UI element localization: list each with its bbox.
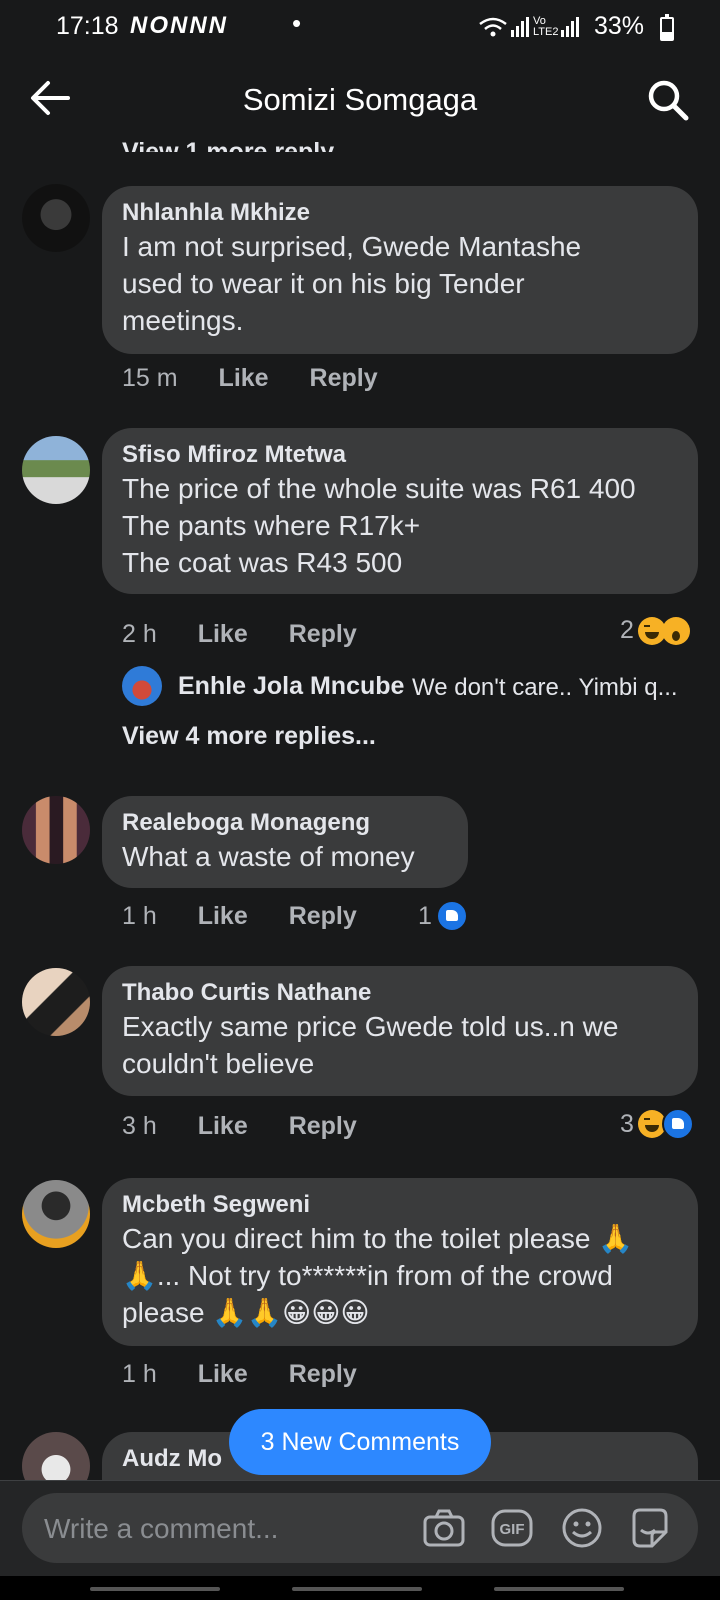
gif-icon[interactable]: GIF	[490, 1506, 534, 1550]
sticker-icon[interactable]	[628, 1506, 672, 1550]
svg-text:GIF: GIF	[500, 1521, 525, 1538]
comment-bubble[interactable]: Sfiso Mfiroz Mtetwa The price of the who…	[102, 428, 698, 594]
notification-icons: NONNN	[130, 12, 228, 39]
view-more-replies-link[interactable]: View 1 more reply...	[122, 124, 353, 152]
status-dot: •	[292, 8, 302, 38]
reply-button[interactable]: Reply	[289, 1360, 357, 1389]
like-button[interactable]: Like	[198, 1112, 248, 1141]
reply-button[interactable]: Reply	[289, 1112, 357, 1141]
wifi-icon	[479, 17, 507, 37]
comment-age: 2 h	[122, 620, 157, 648]
comment-actions: 2 h Like Reply	[122, 620, 391, 649]
comment-age: 1 h	[122, 902, 157, 930]
emoji-icon[interactable]	[560, 1506, 604, 1550]
nav-back-indicator[interactable]	[494, 1587, 624, 1591]
comment-author[interactable]: Mcbeth Segweni	[122, 1190, 678, 1220]
comment-text: I am not surprised, Gwede Mantashe used …	[122, 231, 582, 336]
avatar[interactable]	[22, 796, 90, 864]
status-bar: 17:18 NONNN • Vo LTE2 33%	[0, 0, 720, 52]
comment-author[interactable]: Thabo Curtis Nathane	[122, 978, 678, 1008]
signal-icon	[511, 17, 529, 37]
comment-input-placeholder: Write a comment...	[44, 1513, 279, 1544]
comment-bubble[interactable]: Nhlanhla Mkhize I am not surprised, Gwed…	[102, 186, 698, 354]
like-button[interactable]: Like	[198, 902, 248, 931]
comment-bubble[interactable]: Mcbeth Segweni Can you direct him to the…	[102, 1178, 698, 1346]
comment-age: 15 m	[122, 364, 178, 392]
reaction-count: 3	[620, 1109, 634, 1138]
page-title: Somizi Somgaga	[242, 82, 478, 117]
comment-text: What a waste of money	[122, 841, 415, 872]
reply-text: We don't care.. Yimbi q...	[412, 674, 678, 701]
reply-button[interactable]: Reply	[310, 364, 378, 393]
reaction-count: 2	[620, 616, 634, 644]
like-reaction-icon	[661, 1108, 694, 1140]
signal-icon-2	[561, 17, 579, 37]
comment-composer: Write a comment... GIF	[0, 1480, 720, 1577]
avatar[interactable]	[22, 968, 90, 1036]
view-more-replies-link[interactable]: View 4 more replies...	[122, 722, 376, 751]
comment-text: The price of the whole suite was R61 400…	[122, 473, 636, 578]
network-label: Vo LTE2	[533, 15, 559, 38]
like-button[interactable]: Like	[198, 1360, 248, 1389]
like-reaction-icon	[435, 900, 468, 932]
comment-author[interactable]: Realeboga Monageng	[122, 808, 448, 838]
avatar[interactable]	[22, 1432, 90, 1480]
app-bar: Somizi Somgaga	[0, 60, 720, 136]
reply-author[interactable]: Enhle Jola Mncube	[178, 672, 404, 701]
reaction-count: 1	[418, 901, 432, 930]
reaction-summary[interactable]: 3	[620, 1108, 694, 1140]
comment-input[interactable]: Write a comment... GIF	[22, 1493, 698, 1563]
comment-actions: 1 h Like Reply	[122, 902, 391, 931]
comment-actions: 3 h Like Reply	[122, 1112, 391, 1141]
comment-text: Exactly same price Gwede told us..n we c…	[122, 1011, 619, 1079]
comment-bubble[interactable]: Realeboga Monageng What a waste of money	[102, 796, 468, 888]
reaction-summary[interactable]: 1	[418, 900, 468, 932]
avatar[interactable]	[22, 436, 90, 504]
comment-author[interactable]: Nhlanhla Mkhize	[122, 198, 678, 228]
like-button[interactable]: Like	[219, 364, 269, 393]
like-button[interactable]: Like	[198, 620, 248, 649]
camera-icon[interactable]	[422, 1506, 466, 1550]
comment-text: Can you direct him to the toilet please …	[122, 1223, 634, 1328]
reply-preview[interactable]: Enhle Jola Mncube We don't care.. Yimbi …	[122, 666, 682, 706]
status-time: 17:18	[56, 12, 119, 40]
comment-actions: 15 m Like Reply	[122, 364, 412, 393]
reply-button[interactable]: Reply	[289, 620, 357, 649]
avatar[interactable]	[22, 1180, 90, 1248]
reply-button[interactable]: Reply	[289, 902, 357, 931]
comment-actions: 1 h Like Reply	[122, 1360, 391, 1389]
comment-author[interactable]: Sfiso Mfiroz Mtetwa	[122, 440, 678, 470]
nav-home-indicator[interactable]	[292, 1587, 422, 1591]
search-icon[interactable]	[646, 78, 690, 122]
comment-age: 1 h	[122, 1360, 157, 1388]
reaction-summary[interactable]: 2	[620, 616, 690, 645]
battery-icon	[660, 14, 674, 41]
comment-bubble[interactable]: Thabo Curtis Nathane Exactly same price …	[102, 966, 698, 1096]
wow-reaction-icon	[661, 616, 690, 645]
battery-percent: 33%	[593, 12, 644, 40]
new-comments-button[interactable]: 3 New Comments	[229, 1409, 491, 1475]
comment-age: 3 h	[122, 1112, 157, 1140]
nav-recents-indicator[interactable]	[90, 1587, 220, 1591]
avatar[interactable]	[22, 184, 90, 252]
system-nav-bar	[0, 1576, 720, 1600]
avatar[interactable]	[122, 666, 162, 706]
